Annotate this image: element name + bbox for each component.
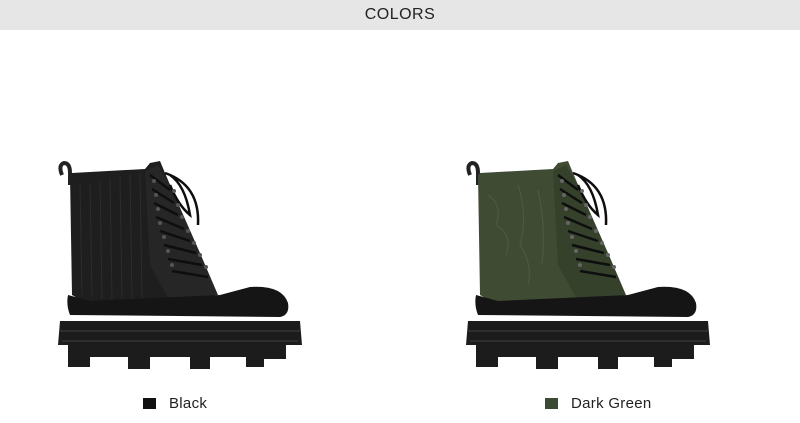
section-header: COLORS: [0, 0, 800, 30]
color-option-black[interactable]: Black: [143, 394, 207, 412]
boot-illustration: [466, 160, 710, 369]
product-image-black[interactable]: [50, 145, 310, 380]
color-swatch: [143, 397, 156, 409]
product-image-dark-green[interactable]: [458, 145, 718, 380]
section-title: COLORS: [364, 6, 436, 23]
color-swatch: [545, 397, 558, 409]
color-label: Black: [169, 394, 208, 412]
color-label: Dark Green: [571, 394, 652, 412]
boot-illustration: [58, 160, 302, 369]
color-option-dark-green[interactable]: Dark Green: [545, 394, 652, 412]
